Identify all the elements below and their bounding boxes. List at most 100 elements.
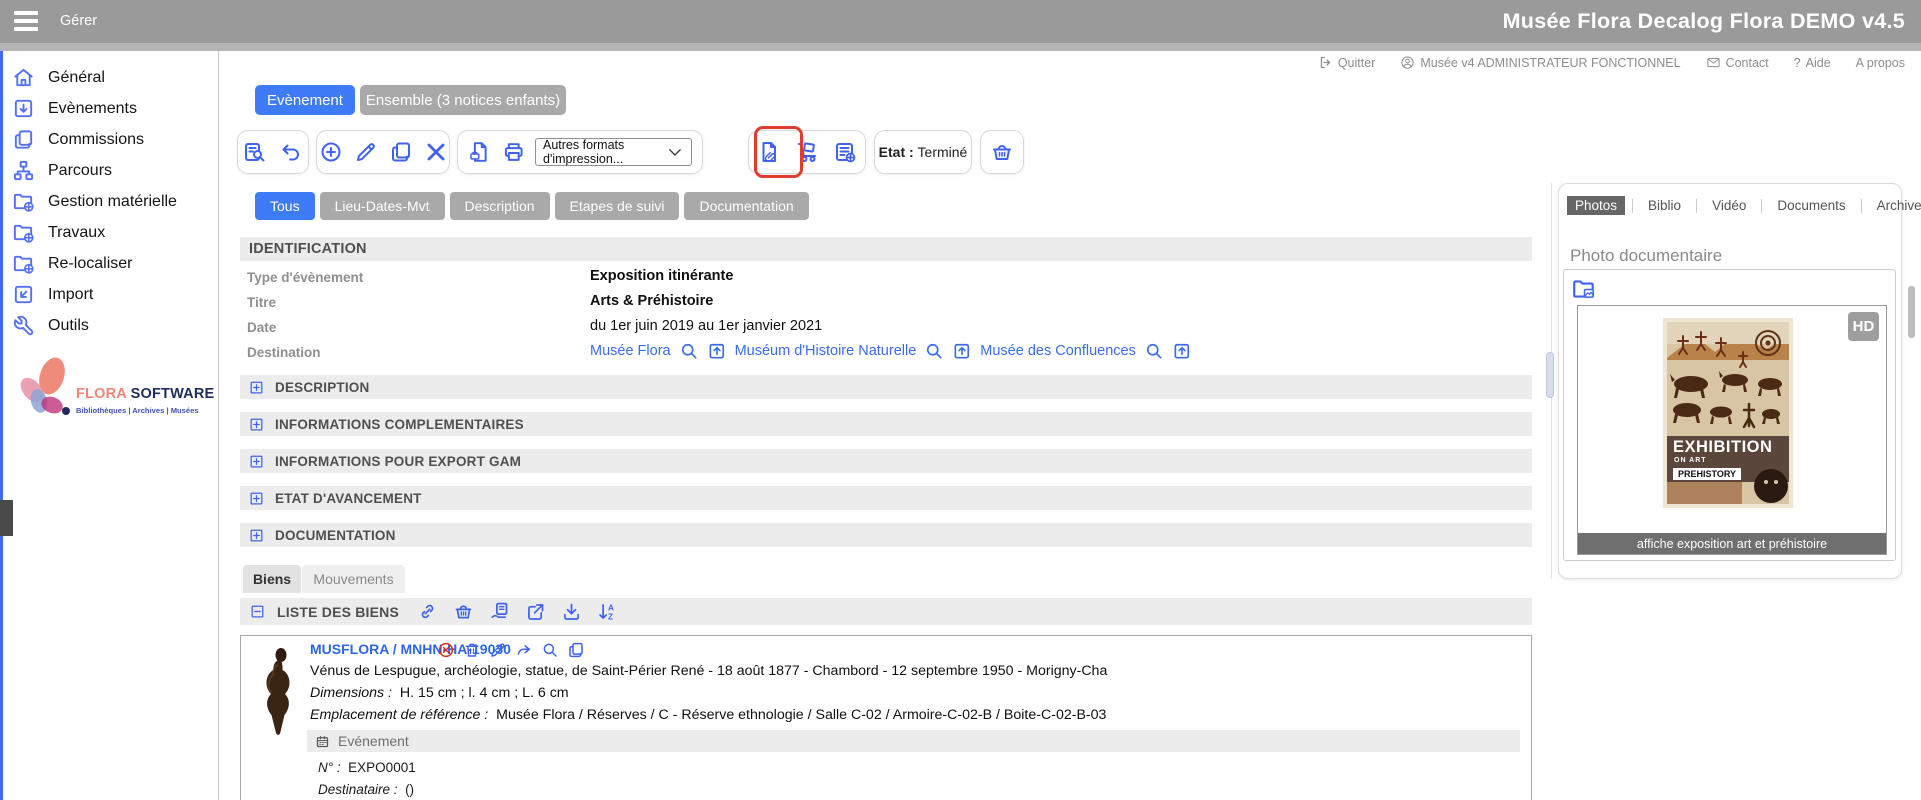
- expand-icon[interactable]: [249, 528, 264, 543]
- help-link[interactable]: ? Aide: [1794, 56, 1831, 70]
- bien-dimensions: Dimensions : H. 15 cm ; l. 4 cm ; L. 6 c…: [310, 685, 569, 701]
- hand-doc-icon[interactable]: [489, 601, 510, 622]
- notice-add-icon[interactable]: [833, 140, 857, 164]
- field-label-destination: Destination: [247, 345, 321, 360]
- media-tab-bar: Photos Biblio Vidéo Documents Archives: [1567, 196, 1921, 215]
- tab-description[interactable]: Description: [450, 192, 550, 220]
- copy-icon[interactable]: [389, 140, 413, 164]
- expand-icon[interactable]: [249, 491, 264, 506]
- tab-lieu-dates-mvt[interactable]: Lieu-Dates-Mvt: [320, 192, 445, 220]
- hamburger-menu-icon[interactable]: [14, 11, 38, 32]
- evenement-destinataire: Destinataire : (): [318, 782, 414, 797]
- emplacement-value: Musée Flora / Réserves / C - Réserve eth…: [496, 707, 1106, 723]
- status-value: Terminé: [918, 144, 968, 160]
- folder-image-icon[interactable]: [1571, 276, 1597, 302]
- media-panel-title: Photo documentaire: [1570, 246, 1722, 266]
- expand-icon[interactable]: [249, 454, 264, 469]
- destination-link[interactable]: Muséum d'Histoire Naturelle: [735, 343, 917, 359]
- manage-menu-label[interactable]: Gérer: [60, 0, 97, 43]
- basket-icon[interactable]: [453, 601, 474, 622]
- current-user[interactable]: Musée v4 ADMINISTRATEUR FONCTIONNEL: [1400, 55, 1680, 70]
- external-icon[interactable]: [525, 601, 546, 622]
- doc-attach-icon[interactable]: [757, 140, 781, 164]
- print-format-select[interactable]: Autres formats d'impression...: [535, 138, 692, 166]
- copy-icon[interactable]: [567, 641, 585, 659]
- sidebar-item-outils[interactable]: Outils: [12, 310, 212, 341]
- search-icon[interactable]: [541, 641, 559, 659]
- expand-icon[interactable]: [249, 380, 264, 395]
- trolley-icon[interactable]: [795, 140, 819, 164]
- panel-resize-handle[interactable]: [1546, 352, 1554, 398]
- search-icon[interactable]: [679, 341, 699, 361]
- venus-thumbnail[interactable]: [258, 645, 304, 737]
- panel-toggle-tab[interactable]: [0, 500, 13, 536]
- section-title: INFORMATIONS COMPLEMENTAIRES: [275, 417, 524, 432]
- share-icon[interactable]: [515, 641, 533, 659]
- sort-icon[interactable]: [597, 601, 618, 622]
- sidebar-item-commissions[interactable]: Commissions: [12, 124, 212, 155]
- liste-title: LISTE DES BIENS: [277, 604, 399, 620]
- field-value-titre: Arts & Préhistoire: [590, 293, 713, 309]
- about-link[interactable]: A propos: [1856, 56, 1905, 70]
- print-doc-icon[interactable]: [468, 140, 492, 164]
- tab-biblio[interactable]: Biblio: [1640, 196, 1689, 215]
- printer-icon[interactable]: [502, 140, 526, 164]
- open-record-icon[interactable]: [707, 341, 727, 361]
- sidebar-item-import[interactable]: Import: [12, 279, 212, 310]
- sidebar-item-label: Evènements: [48, 100, 137, 118]
- scrollbar-thumb[interactable]: [1908, 286, 1915, 338]
- collapse-icon[interactable]: [250, 604, 265, 619]
- destination-link[interactable]: Musée des Confluences: [980, 343, 1136, 359]
- sidebar-item-relocaliser[interactable]: Re-localiser: [12, 248, 212, 279]
- search-icon[interactable]: [924, 341, 944, 361]
- destinataire-value: (): [405, 782, 414, 797]
- section-title: ETAT D'AVANCEMENT: [275, 491, 422, 506]
- tab-evenement[interactable]: Evènement: [255, 85, 355, 115]
- sidebar-item-evenements[interactable]: Evènements: [12, 93, 212, 124]
- tab-archives[interactable]: Archives: [1869, 196, 1921, 215]
- tab-photos[interactable]: Photos: [1567, 196, 1625, 215]
- sidebar-item-parcours[interactable]: Parcours: [12, 155, 212, 186]
- undo-icon[interactable]: [279, 140, 303, 164]
- app-title: Musée Flora Decalog Flora DEMO v4.5: [1503, 0, 1905, 43]
- add-icon[interactable]: [319, 140, 343, 164]
- edit-icon[interactable]: [489, 641, 507, 659]
- tab-ensemble[interactable]: Ensemble (3 notices enfants): [360, 85, 566, 115]
- basket-icon: [990, 140, 1014, 164]
- tab-mouvements[interactable]: Mouvements: [302, 565, 405, 593]
- list-search-icon[interactable]: [243, 140, 267, 164]
- status-label: Etat :: [879, 144, 914, 160]
- bien-description: Vénus de Lespugue, archéologie, statue, …: [310, 663, 1107, 679]
- contact-link[interactable]: Contact: [1706, 55, 1769, 70]
- sidebar-item-gestion-materielle[interactable]: Gestion matérielle: [12, 186, 212, 217]
- logo-software-text: SOFTWARE: [126, 386, 214, 402]
- dimensions-value: H. 15 cm ; l. 4 cm ; L. 6 cm: [400, 685, 569, 701]
- tab-etapes-de-suivi[interactable]: Etapes de suivi: [555, 192, 680, 220]
- quit-label: Quitter: [1338, 56, 1376, 70]
- search-icon[interactable]: [1144, 341, 1164, 361]
- destination-link[interactable]: Musée Flora: [590, 343, 671, 359]
- remove-icon[interactable]: [437, 641, 455, 659]
- tab-biens[interactable]: Biens: [243, 565, 301, 593]
- open-record-icon[interactable]: [952, 341, 972, 361]
- sidebar-item-travaux[interactable]: Travaux: [12, 217, 212, 248]
- edit-icon[interactable]: [354, 140, 378, 164]
- tab-tous[interactable]: Tous: [255, 192, 315, 220]
- chain-icon[interactable]: [417, 601, 438, 622]
- identification-header: IDENTIFICATION: [240, 237, 1532, 261]
- tab-documentation[interactable]: Documentation: [684, 192, 808, 220]
- delete-icon[interactable]: [424, 140, 448, 164]
- tab-video[interactable]: Vidéo: [1704, 196, 1754, 215]
- commissions-icon: [12, 128, 35, 151]
- trash-icon[interactable]: [463, 641, 481, 659]
- download-icon[interactable]: [561, 601, 582, 622]
- sidebar-item-general[interactable]: Général: [12, 62, 212, 93]
- open-record-icon[interactable]: [1172, 341, 1192, 361]
- poster-title: EXHIBITION: [1673, 438, 1772, 457]
- tab-documents[interactable]: Documents: [1769, 196, 1853, 215]
- exit-icon: [1318, 55, 1333, 70]
- basket-button[interactable]: [980, 130, 1024, 174]
- expand-icon[interactable]: [249, 417, 264, 432]
- quit-button[interactable]: Quitter: [1318, 55, 1376, 70]
- poster-tag: PREHISTORY: [1673, 468, 1741, 480]
